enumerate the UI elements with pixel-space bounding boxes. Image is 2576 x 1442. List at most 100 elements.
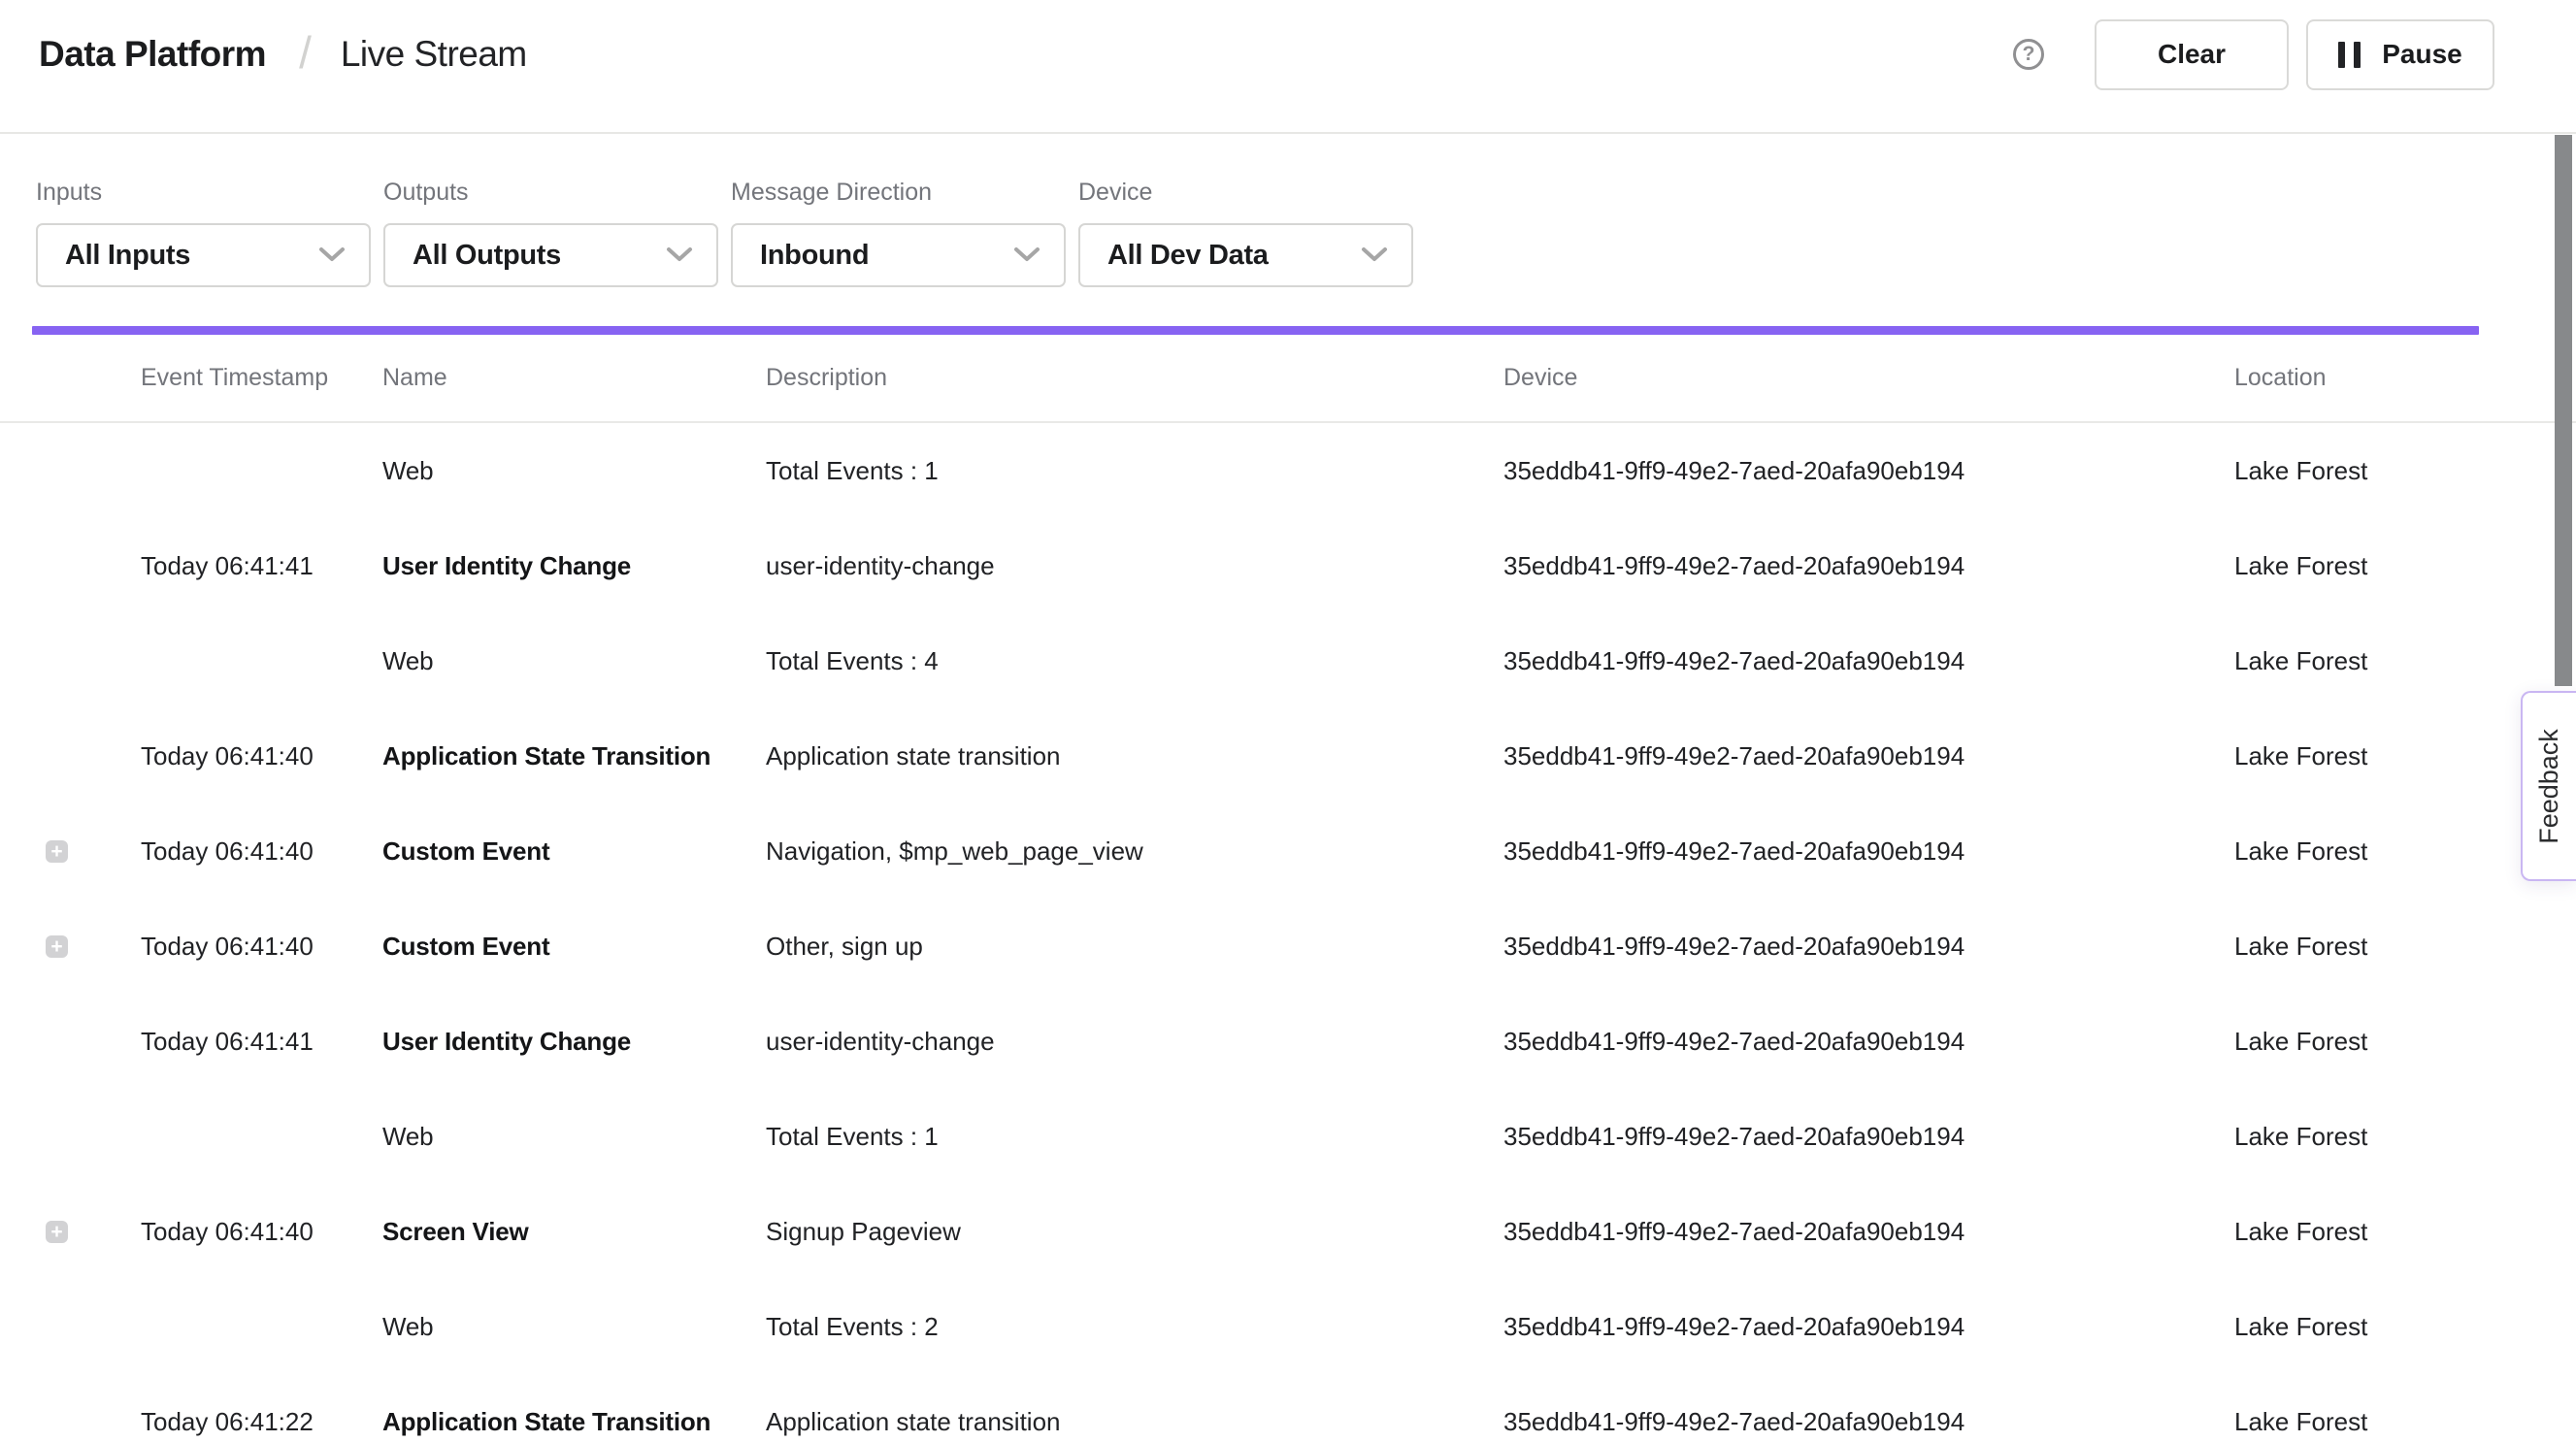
breadcrumb-data-platform[interactable]: Data Platform <box>39 34 266 75</box>
event-timestamp: Today 06:41:40 <box>141 932 382 962</box>
table-row[interactable]: WebTotal Events : 135eddb41-9ff9-49e2-7a… <box>0 1089 2576 1184</box>
filter-message-direction-select[interactable]: Inbound <box>731 223 1066 287</box>
event-device-id: 35eddb41-9ff9-49e2-7aed-20afa90eb194 <box>1503 741 2234 771</box>
chevron-down-icon <box>666 246 693 264</box>
chevron-down-icon <box>1361 246 1388 264</box>
event-timestamp: Today 06:41:40 <box>141 836 382 867</box>
table-row[interactable]: WebTotal Events : 435eddb41-9ff9-49e2-7a… <box>0 613 2576 708</box>
filter-message-direction-label: Message Direction <box>731 179 1066 207</box>
event-name: Application State Transition <box>382 1407 766 1437</box>
expand-row-button[interactable]: + <box>46 935 68 958</box>
event-location: Lake Forest <box>2234 646 2576 676</box>
filter-device-label: Device <box>1078 179 1413 207</box>
filter-inputs-select[interactable]: All Inputs <box>36 223 371 287</box>
event-device-id: 35eddb41-9ff9-49e2-7aed-20afa90eb194 <box>1503 1312 2234 1342</box>
column-device: Device <box>1503 364 2234 392</box>
table-row[interactable]: Today 06:41:41User Identity Changeuser-i… <box>0 994 2576 1089</box>
filter-outputs-value: All Outputs <box>413 240 561 272</box>
event-name: User Identity Change <box>382 1027 766 1057</box>
event-description: Total Events : 1 <box>766 1122 1503 1152</box>
event-description: user-identity-change <box>766 551 1503 581</box>
vertical-scrollbar-thumb[interactable] <box>2555 135 2572 686</box>
filter-outputs-select[interactable]: All Outputs <box>383 223 718 287</box>
event-name: Web <box>382 456 766 486</box>
pause-button[interactable]: Pause <box>2306 19 2494 90</box>
feedback-tab[interactable]: Feedback <box>2521 691 2576 881</box>
event-location: Lake Forest <box>2234 1407 2576 1437</box>
expand-row-button[interactable]: + <box>46 840 68 863</box>
event-description: Application state transition <box>766 1407 1503 1437</box>
column-name: Name <box>382 364 766 392</box>
event-device-id: 35eddb41-9ff9-49e2-7aed-20afa90eb194 <box>1503 646 2234 676</box>
column-location: Location <box>2234 364 2576 392</box>
clear-button[interactable]: Clear <box>2095 19 2289 90</box>
live-stream-page: Data Platform / Live Stream ? Clear Paus… <box>0 0 2576 1442</box>
event-device-id: 35eddb41-9ff9-49e2-7aed-20afa90eb194 <box>1503 932 2234 962</box>
breadcrumb-separator: / <box>299 26 312 79</box>
table-row[interactable]: Today 06:41:41User Identity Changeuser-i… <box>0 518 2576 613</box>
event-device-id: 35eddb41-9ff9-49e2-7aed-20afa90eb194 <box>1503 1122 2234 1152</box>
table-row[interactable]: + Today 06:41:40Custom EventNavigation, $… <box>0 803 2576 899</box>
table-row[interactable]: WebTotal Events : 235eddb41-9ff9-49e2-7a… <box>0 1279 2576 1374</box>
feedback-tab-label: Feedback <box>2534 729 2564 844</box>
event-description: Total Events : 4 <box>766 646 1503 676</box>
event-name: User Identity Change <box>382 551 766 581</box>
table-header: Event Timestamp Name Description Device … <box>0 335 2576 423</box>
event-timestamp: Today 06:41:22 <box>141 1407 382 1437</box>
event-location: Lake Forest <box>2234 1312 2576 1342</box>
event-description: Total Events : 1 <box>766 456 1503 486</box>
event-device-id: 35eddb41-9ff9-49e2-7aed-20afa90eb194 <box>1503 1407 2234 1437</box>
event-description: Application state transition <box>766 741 1503 771</box>
filter-inputs: Inputs All Inputs <box>36 179 371 287</box>
filter-outputs-label: Outputs <box>383 179 718 207</box>
event-description: Signup Pageview <box>766 1217 1503 1247</box>
chevron-down-icon <box>1013 246 1040 264</box>
column-event-timestamp: Event Timestamp <box>141 364 382 392</box>
event-location: Lake Forest <box>2234 456 2576 486</box>
event-device-id: 35eddb41-9ff9-49e2-7aed-20afa90eb194 <box>1503 1027 2234 1057</box>
event-location: Lake Forest <box>2234 551 2576 581</box>
clear-button-label: Clear <box>2158 39 2226 70</box>
table-body: WebTotal Events : 135eddb41-9ff9-49e2-7a… <box>0 423 2576 1442</box>
event-location: Lake Forest <box>2234 1122 2576 1152</box>
pause-button-label: Pause <box>2382 39 2462 70</box>
event-timestamp: Today 06:41:40 <box>141 741 382 771</box>
help-icon[interactable]: ? <box>2013 39 2044 70</box>
table-row[interactable]: WebTotal Events : 135eddb41-9ff9-49e2-7a… <box>0 423 2576 518</box>
page-title: Live Stream <box>341 34 527 75</box>
filters-bar: Inputs All Inputs Outputs All Outputs Me… <box>0 134 2576 287</box>
event-description: user-identity-change <box>766 1027 1503 1057</box>
event-name: Custom Event <box>382 836 766 867</box>
event-device-id: 35eddb41-9ff9-49e2-7aed-20afa90eb194 <box>1503 551 2234 581</box>
pause-icon <box>2338 42 2361 68</box>
filter-message-direction: Message Direction Inbound <box>731 179 1066 287</box>
event-location: Lake Forest <box>2234 1027 2576 1057</box>
header-actions: ? Clear Pause <box>2013 19 2494 90</box>
event-description: Other, sign up <box>766 932 1503 962</box>
event-device-id: 35eddb41-9ff9-49e2-7aed-20afa90eb194 <box>1503 456 2234 486</box>
filter-inputs-label: Inputs <box>36 179 371 207</box>
page-header: Data Platform / Live Stream ? Clear Paus… <box>0 0 2576 134</box>
filter-device-select[interactable]: All Dev Data <box>1078 223 1413 287</box>
event-name: Web <box>382 646 766 676</box>
table-row[interactable]: + Today 06:41:40Screen ViewSignup Pagevie… <box>0 1184 2576 1279</box>
chevron-down-icon <box>318 246 346 264</box>
table-row[interactable]: Today 06:41:40Application State Transiti… <box>0 708 2576 803</box>
event-table: Event Timestamp Name Description Device … <box>0 335 2576 1442</box>
table-row[interactable]: Today 06:41:22Application State Transiti… <box>0 1374 2576 1442</box>
expander-cell: + <box>0 935 141 958</box>
event-name: Web <box>382 1122 766 1152</box>
breadcrumb: Data Platform / Live Stream <box>39 28 527 81</box>
table-row[interactable]: + Today 06:41:40Custom EventOther, sign u… <box>0 899 2576 994</box>
event-location: Lake Forest <box>2234 932 2576 962</box>
filter-outputs: Outputs All Outputs <box>383 179 718 287</box>
event-description: Total Events : 2 <box>766 1312 1503 1342</box>
event-timestamp: Today 06:41:40 <box>141 1217 382 1247</box>
event-name: Custom Event <box>382 932 766 962</box>
event-description: Navigation, $mp_web_page_view <box>766 836 1503 867</box>
event-device-id: 35eddb41-9ff9-49e2-7aed-20afa90eb194 <box>1503 1217 2234 1247</box>
expander-cell: + <box>0 840 141 863</box>
event-name: Screen View <box>382 1217 766 1247</box>
event-name: Application State Transition <box>382 741 766 771</box>
expand-row-button[interactable]: + <box>46 1221 68 1243</box>
